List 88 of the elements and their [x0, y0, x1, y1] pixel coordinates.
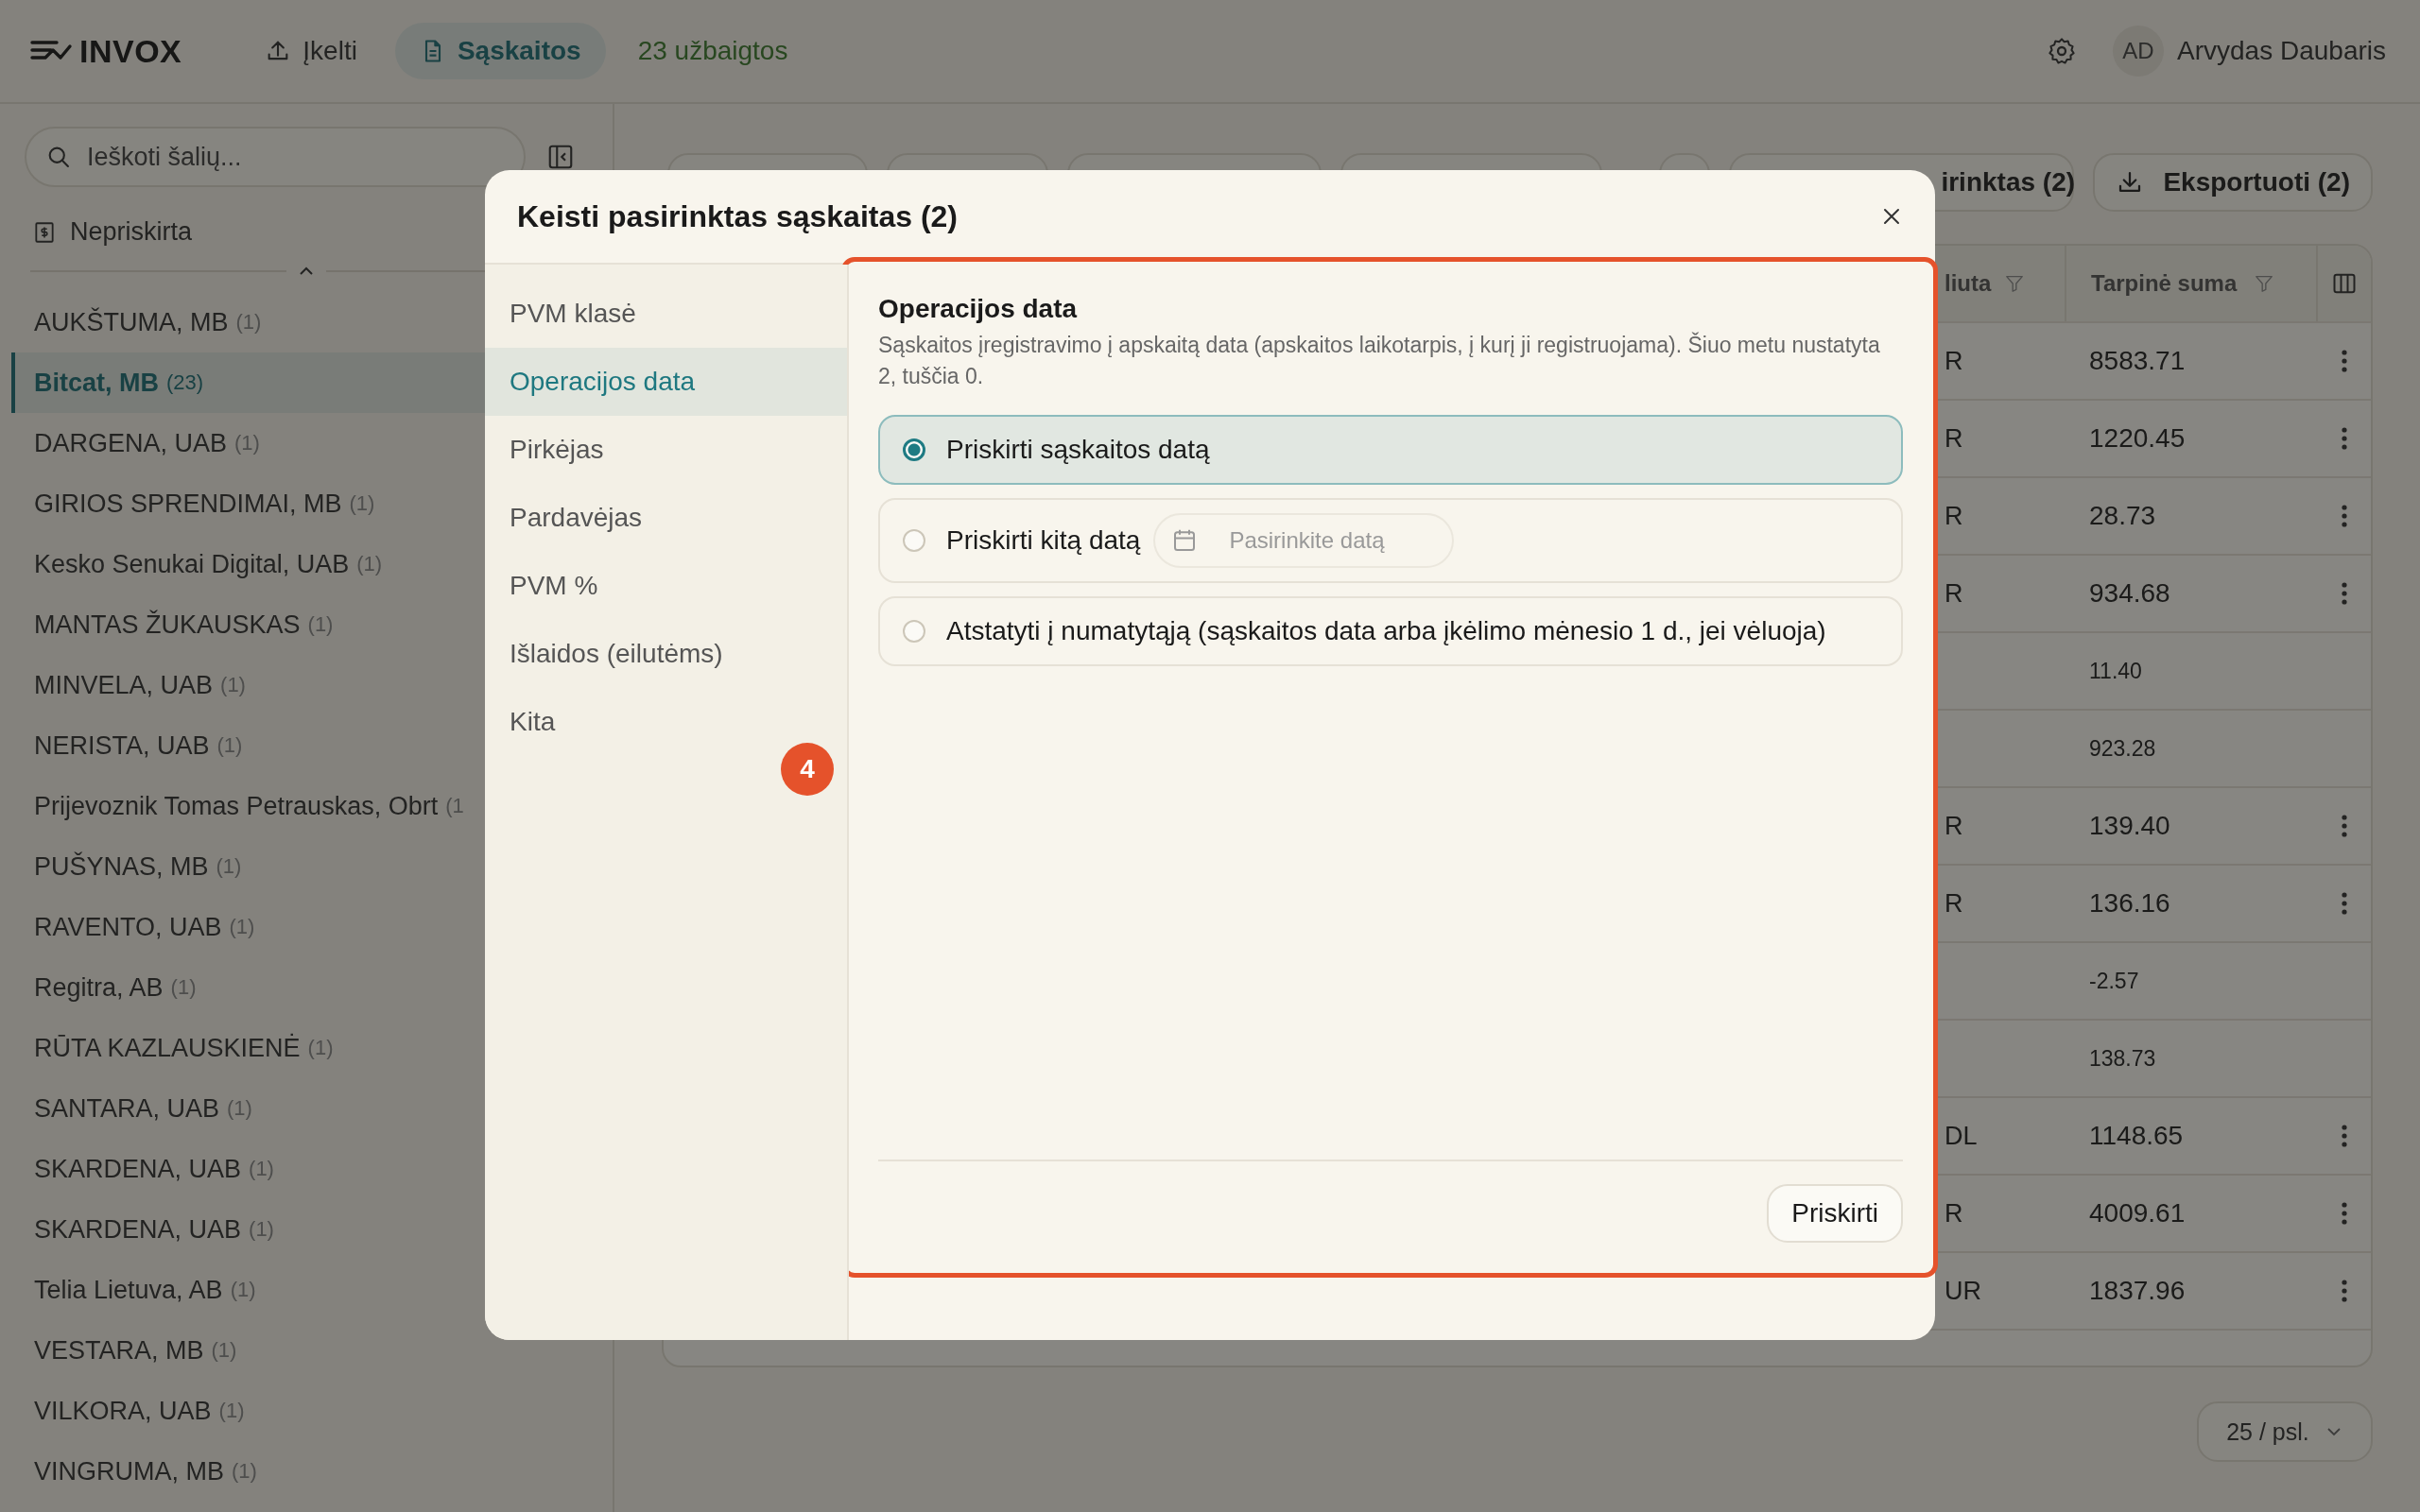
more-icon[interactable] — [2341, 349, 2348, 373]
step-badge: 4 — [781, 743, 834, 796]
table-cell: 136.16 — [2089, 888, 2170, 919]
section-description: Sąskaitos įregistravimo į apskaitą data (apskaitos laikotarpis, į kurį ji registruojama). Šiuo metu nustatyta 2, tuščia 0. — [878, 331, 1880, 390]
nav-tab[interactable]: Įkelti — [240, 23, 382, 79]
table-cell: 11.40 — [2089, 658, 2142, 684]
section-heading: Operacijos data — [878, 294, 1079, 324]
column-header[interactable]: Tarpinė suma — [2091, 270, 2238, 297]
party-name: RŪTA KAZLAUSKIENĖ — [34, 1033, 301, 1063]
table-cell: 28.73 — [2089, 501, 2156, 531]
more-icon[interactable] — [2341, 891, 2348, 916]
table-cell: R — [1945, 578, 1963, 609]
party-name: DARGENA, UAB — [34, 428, 228, 458]
table-cell: R — [1945, 501, 1963, 531]
section-item[interactable]: Operacijos data — [485, 348, 847, 416]
more-icon[interactable] — [2341, 1201, 2348, 1226]
radio-button[interactable] — [903, 620, 925, 643]
party-name: VESTARA, MB — [34, 1335, 204, 1366]
radio-option[interactable]: Priskirti kitą datą Pasirinkite datą — [878, 498, 1903, 583]
party-name: Telia Lietuva, AB — [34, 1275, 223, 1305]
date-field[interactable]: Pasirinkite datą — [1153, 513, 1455, 568]
table-cell: 138.73 — [2089, 1045, 2156, 1072]
search-field[interactable]: Ieškoti šalių... — [25, 127, 526, 187]
receipt-icon — [32, 219, 57, 245]
radio-option[interactable]: Atstatyti į numatytąją (sąskaitos data arba įkėlimo mėnesio 1 d., jei vėluoja) — [878, 596, 1903, 666]
party-name: Bitcat, MB — [34, 368, 159, 398]
radio-option[interactable]: Priskirti sąskaitos datą — [878, 415, 1903, 485]
radio-button[interactable] — [903, 438, 925, 461]
table-cell: 139.40 — [2089, 811, 2170, 841]
table-cell: R — [1945, 423, 1963, 454]
apply-button[interactable]: Priskirti — [1767, 1184, 1903, 1243]
settings-icon[interactable] — [2047, 36, 2077, 66]
dialog-title: Keisti pasirinktas sąskaitas (2) — [517, 198, 958, 234]
user-avatar[interactable]: AD — [2113, 26, 2164, 77]
party-name: PUŠYNAS, MB — [34, 851, 209, 882]
more-icon[interactable] — [2341, 504, 2348, 528]
app-logo: INVOX — [79, 32, 182, 70]
party-name: MANTAS ŽUKAUSKAS — [34, 610, 301, 640]
table-cell: DL — [1945, 1121, 1978, 1151]
table-cell: UR — [1945, 1276, 1981, 1306]
party-name: RAVENTO, UAB — [34, 912, 222, 942]
table-cell: 923.28 — [2089, 735, 2156, 762]
option-label: Priskirti sąskaitos datą — [946, 435, 1210, 465]
section-item[interactable]: Pardavėjas — [485, 484, 847, 552]
section-item[interactable]: Išlaidos (eilutėms) — [485, 620, 847, 688]
table-cell: 4009.61 — [2089, 1198, 2186, 1228]
table-cell: 8583.71 — [2089, 346, 2186, 376]
party-name: GIRIOS SPRENDIMAI, MB — [34, 489, 342, 519]
table-cell: R — [1945, 1198, 1963, 1228]
more-icon[interactable] — [2341, 814, 2348, 838]
table-cell: 1837.96 — [2089, 1276, 2186, 1306]
table-cell: 1220.45 — [2089, 423, 2186, 454]
page-size-select[interactable]: 25 / psl. — [2197, 1401, 2373, 1462]
party-name: MINVELA, UAB — [34, 670, 214, 700]
more-icon[interactable] — [2341, 426, 2348, 451]
table-cell: R — [1945, 811, 1963, 841]
party-count: (23) — [166, 370, 204, 395]
more-icon[interactable] — [2341, 1279, 2348, 1303]
party-name: SKARDENA, UAB — [34, 1154, 242, 1184]
option-label: Atstatyti į numatytąją (sąskaitos data arba įkėlimo mėnesio 1 d., jei vėluoja) — [946, 616, 1826, 646]
table-cell: R — [1945, 346, 1963, 376]
collapse-panel-icon[interactable] — [546, 143, 575, 171]
column-header[interactable]: liuta — [1945, 270, 1992, 297]
user-name: Arvydas Daubaris — [2177, 36, 2386, 66]
party-name: NERISTA, UAB — [34, 730, 210, 761]
table-cell: -2.57 — [2089, 968, 2139, 994]
radio-button[interactable] — [903, 529, 925, 552]
section-item[interactable]: Pirkėjas — [485, 416, 847, 484]
party-name: VILKORA, UAB — [34, 1396, 212, 1426]
party-name: VINGRUMA, MB — [34, 1456, 224, 1486]
section-item[interactable]: PVM klasė — [485, 280, 847, 348]
section-item[interactable]: PVM % — [485, 552, 847, 620]
party-name: Regitra, AB — [34, 972, 164, 1003]
nav-tab[interactable]: Sąskaitos — [394, 23, 606, 79]
table-cell: 1148.65 — [2089, 1121, 2184, 1151]
completed-count: 23 užbaigtos — [637, 36, 788, 66]
party-name: SANTARA, UAB — [34, 1093, 220, 1124]
export-button[interactable]: Eksportuoti (2) — [2093, 153, 2373, 212]
table-cell: R — [1945, 888, 1963, 919]
table-cell: 934.68 — [2089, 578, 2170, 609]
party-name: Prijevoznik Tomas Petrauskas, Obrt — [34, 791, 439, 821]
unassigned-item[interactable]: Nepriskirta — [70, 217, 193, 247]
option-label: Priskirti kitą datą — [946, 525, 1141, 556]
more-icon[interactable] — [2341, 581, 2348, 606]
party-name: Kesko Senukai Digital, UAB — [34, 549, 350, 579]
party-name: SKARDENA, UAB — [34, 1214, 242, 1245]
party-name: AUKŠTUMA, MB — [34, 307, 229, 337]
more-icon[interactable] — [2341, 1124, 2348, 1148]
